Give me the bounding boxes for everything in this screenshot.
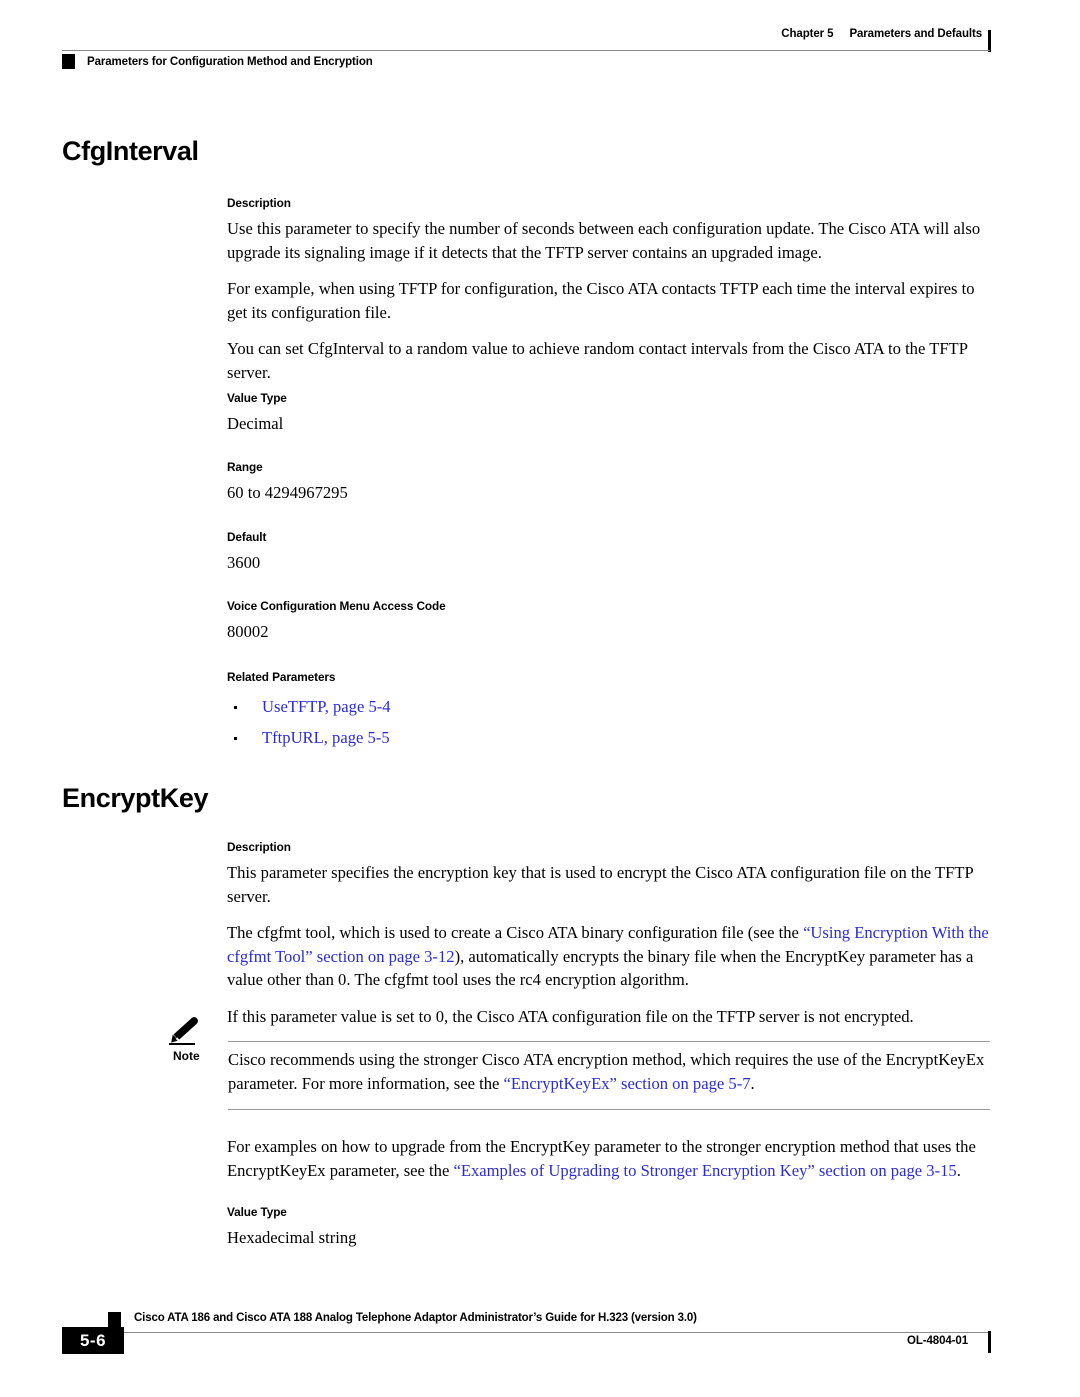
pencil-icon: [168, 1015, 212, 1045]
note-block: Note Cisco recommends using the stronger…: [168, 1015, 990, 1110]
footer-square-marker-icon: [108, 1312, 121, 1327]
label-range: Range: [227, 460, 263, 474]
cfginterval-range-block: Range 60 to 4294967295: [227, 460, 990, 505]
header-square-marker-icon: [62, 54, 75, 69]
header-chapter-info: Chapter 5 Parameters and Defaults: [781, 28, 982, 40]
encryptkey-paragraph-4: For examples on how to upgrade from the …: [227, 1135, 990, 1182]
encryptkey-paragraph-1: This parameter specifies the encryption …: [227, 863, 974, 906]
cfginterval-description-block: Description Use this parameter to specif…: [227, 196, 990, 384]
label-voice-config-menu-access-code: Voice Configuration Menu Access Code: [227, 599, 446, 613]
cfginterval-value-type-value: Decimal: [227, 414, 284, 433]
note-rule-bottom: [228, 1109, 990, 1110]
header-chapter-title: Parameters and Defaults: [849, 28, 982, 40]
label-value-type: Value Type: [227, 1205, 287, 1219]
encryptkey-paragraph-2: The cfgfmt tool, which is used to create…: [227, 921, 990, 992]
header-end-bar: [988, 30, 991, 52]
encryptkey-para4-post: .: [956, 1160, 961, 1180]
document-page: Chapter 5 Parameters and Defaults Paramet…: [0, 0, 1080, 1397]
label-default: Default: [227, 530, 267, 544]
label-value-type: Value Type: [227, 391, 287, 405]
label-description: Description: [227, 840, 291, 854]
footer-document-id: OL-4804-01: [906, 1335, 968, 1347]
footer-end-bar: [988, 1331, 991, 1353]
cfginterval-default-value: 3600: [227, 553, 261, 572]
cfginterval-paragraph-1: Use this parameter to specify the number…: [227, 219, 981, 262]
list-item: TftpURL, page 5-5: [227, 722, 990, 753]
section-title-cfginterval: CfgInterval: [62, 136, 199, 166]
note-rule-top: [228, 1041, 990, 1042]
link-examples-upgrading-stronger-encryption-key[interactable]: “Examples of Upgrading to Stronger Encry…: [453, 1161, 956, 1180]
note-text: Cisco recommends using the stronger Cisc…: [228, 1048, 990, 1095]
label-description: Description: [227, 196, 291, 210]
page-number-badge: 5-6: [62, 1327, 124, 1354]
header-rule: [62, 50, 990, 51]
section-title-encryptkey: EncryptKey: [62, 783, 209, 813]
link-usetftp[interactable]: UseTFTP, page 5-4: [262, 697, 391, 716]
encryptkey-value-type-block: Value Type Hexadecimal string: [227, 1205, 990, 1250]
cfginterval-paragraph-3: You can set CfgInterval to a random valu…: [227, 339, 968, 382]
cfginterval-related-parameters-block: Related Parameters UseTFTP, page 5-4 Tft…: [227, 670, 990, 753]
page-footer: Cisco ATA 186 and Cisco ATA 188 Analog T…: [62, 1312, 991, 1372]
cfginterval-range-value: 60 to 4294967295: [227, 483, 348, 502]
link-tftpurl[interactable]: TftpURL, page 5-5: [262, 728, 390, 747]
link-encryptkeyex-section[interactable]: “EncryptKeyEx” section on page 5-7: [504, 1074, 751, 1093]
note-text-post: .: [750, 1073, 755, 1093]
page-header: Chapter 5 Parameters and Defaults Paramet…: [62, 28, 991, 80]
header-chapter-number: Chapter 5: [781, 28, 834, 40]
list-item: UseTFTP, page 5-4: [227, 691, 990, 722]
note-label: Note: [173, 1049, 200, 1063]
label-related-parameters: Related Parameters: [227, 670, 336, 684]
encryptkey-description-block: Description This parameter specifies the…: [227, 840, 990, 1028]
encryptkey-para2-pre: The cfgfmt tool, which is used to create…: [227, 923, 804, 942]
cfginterval-paragraph-2: For example, when using TFTP for configu…: [227, 279, 975, 322]
encryptkey-value-type-value: Hexadecimal string: [227, 1228, 357, 1247]
cfginterval-access-code-block: Voice Configuration Menu Access Code 800…: [227, 599, 990, 644]
footer-guide-title: Cisco ATA 186 and Cisco ATA 188 Analog T…: [134, 1312, 697, 1324]
cfginterval-default-block: Default 3600: [227, 530, 990, 575]
cfginterval-value-type-block: Value Type Decimal: [227, 391, 990, 436]
cfginterval-access-code-value: 80002: [227, 622, 269, 641]
footer-rule: [62, 1332, 990, 1333]
related-parameters-list: UseTFTP, page 5-4 TftpURL, page 5-5: [227, 691, 990, 753]
header-running-head: Parameters for Configuration Method and …: [87, 56, 373, 68]
encryptkey-upgrade-paragraph-block: For examples on how to upgrade from the …: [227, 1135, 990, 1182]
